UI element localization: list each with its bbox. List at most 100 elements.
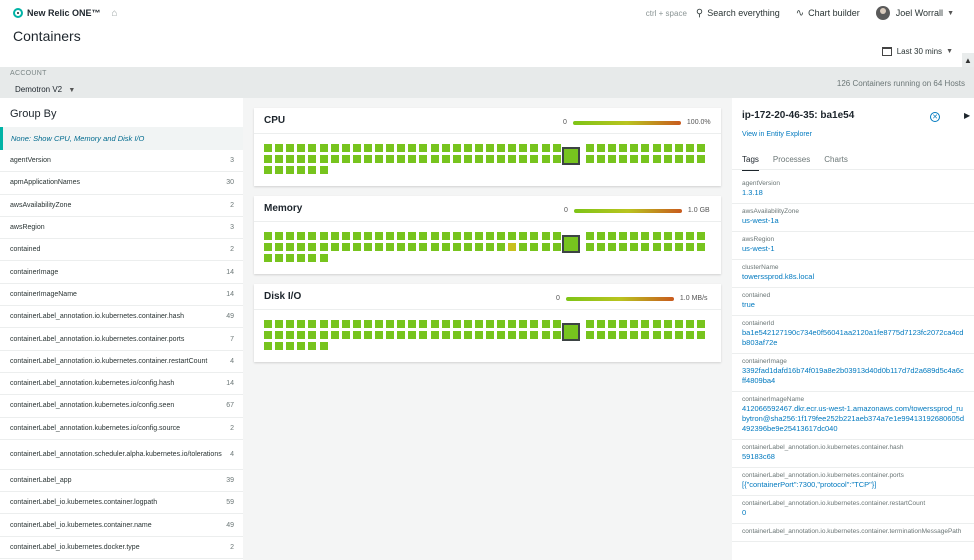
group-by-item[interactable]: awsRegion 3 xyxy=(0,217,243,240)
container-cell[interactable] xyxy=(608,144,617,152)
container-cell[interactable] xyxy=(508,144,517,152)
container-cell[interactable] xyxy=(696,232,705,240)
container-cell[interactable] xyxy=(530,144,539,152)
container-cell[interactable] xyxy=(552,144,561,152)
container-cell[interactable] xyxy=(685,155,694,164)
container-cell[interactable] xyxy=(352,144,361,152)
container-cell[interactable] xyxy=(585,243,594,252)
tag-value[interactable]: towerssprod.k8s.local xyxy=(742,272,964,282)
container-cell[interactable] xyxy=(585,144,594,152)
container-cell[interactable] xyxy=(474,243,483,252)
container-cell[interactable] xyxy=(386,320,395,328)
container-cell[interactable] xyxy=(630,331,639,340)
container-cell[interactable] xyxy=(685,232,694,240)
container-cell[interactable] xyxy=(430,232,439,240)
container-cell[interactable] xyxy=(319,254,328,263)
container-cell[interactable] xyxy=(308,320,317,328)
container-cell[interactable] xyxy=(685,144,694,152)
container-cell[interactable] xyxy=(341,155,350,164)
tag-value[interactable]: 412066592467.dkr.ecr.us-west-1.amazonaws… xyxy=(742,404,964,434)
container-cell[interactable] xyxy=(375,320,383,328)
container-cell[interactable] xyxy=(541,232,550,240)
container-cell[interactable] xyxy=(463,331,472,340)
container-cell[interactable] xyxy=(397,232,406,240)
container-cell[interactable] xyxy=(530,155,539,164)
container-cell[interactable] xyxy=(330,331,339,340)
container-cell[interactable] xyxy=(275,155,284,164)
container-cell[interactable] xyxy=(541,331,550,340)
chart-builder-button[interactable]: ∿ Chart builder xyxy=(796,8,860,19)
container-cell[interactable] xyxy=(386,144,395,152)
container-cell[interactable] xyxy=(297,331,306,340)
container-cell[interactable] xyxy=(419,320,428,328)
tag-value[interactable]: ba1e542127190c734e0f56041aa2120a1fe8775d… xyxy=(742,328,964,348)
container-cell[interactable] xyxy=(641,320,650,328)
container-cell[interactable] xyxy=(652,232,661,240)
container-cell[interactable] xyxy=(386,331,395,340)
container-cell[interactable] xyxy=(519,232,528,240)
container-cell[interactable] xyxy=(264,342,272,351)
container-cell[interactable] xyxy=(685,331,694,340)
container-cell[interactable] xyxy=(474,320,483,328)
container-cell[interactable] xyxy=(597,243,605,252)
container-cell[interactable] xyxy=(308,331,317,340)
container-cell[interactable] xyxy=(441,331,450,340)
container-cell[interactable] xyxy=(330,232,339,240)
container-cell[interactable] xyxy=(297,320,306,328)
container-cell[interactable] xyxy=(641,243,650,252)
container-cell[interactable] xyxy=(486,144,494,152)
container-cell[interactable] xyxy=(441,232,450,240)
tag-value[interactable]: true xyxy=(742,300,964,310)
container-cell[interactable] xyxy=(397,243,406,252)
container-cell[interactable] xyxy=(386,243,395,252)
container-cell[interactable] xyxy=(486,232,494,240)
container-cell[interactable] xyxy=(341,320,350,328)
container-cell[interactable] xyxy=(375,331,383,340)
container-cell[interactable] xyxy=(630,243,639,252)
container-cell[interactable] xyxy=(585,155,594,164)
container-cell[interactable] xyxy=(308,342,317,351)
chevron-right-icon[interactable]: ▶ xyxy=(964,111,970,120)
container-cell[interactable] xyxy=(319,232,328,240)
container-cell[interactable] xyxy=(319,243,328,252)
container-cell[interactable] xyxy=(452,243,461,252)
container-cell[interactable] xyxy=(486,331,494,340)
container-cell[interactable] xyxy=(519,320,528,328)
container-cell[interactable] xyxy=(297,166,306,175)
container-cell[interactable] xyxy=(397,144,406,152)
container-cell[interactable] xyxy=(508,155,517,164)
selected-container-cell[interactable] xyxy=(561,147,580,165)
container-cell[interactable] xyxy=(419,232,428,240)
container-cell[interactable] xyxy=(375,232,383,240)
container-cell[interactable] xyxy=(397,155,406,164)
group-by-item[interactable]: containerLabel_io.kubernetes.container.n… xyxy=(0,514,243,537)
tag-value[interactable]: 1.3.18 xyxy=(742,188,964,198)
container-cell[interactable] xyxy=(597,320,605,328)
container-cell[interactable] xyxy=(674,331,683,340)
container-cell[interactable] xyxy=(341,232,350,240)
container-cell[interactable] xyxy=(319,144,328,152)
container-cell[interactable] xyxy=(286,232,295,240)
container-cell[interactable] xyxy=(641,331,650,340)
container-cell[interactable] xyxy=(363,232,372,240)
container-cell[interactable] xyxy=(497,144,506,152)
container-cell[interactable] xyxy=(452,320,461,328)
container-cell[interactable] xyxy=(430,155,439,164)
container-cell[interactable] xyxy=(330,320,339,328)
group-by-item[interactable]: awsAvailabilityZone 2 xyxy=(0,195,243,217)
container-cell[interactable] xyxy=(430,243,439,252)
container-cell[interactable] xyxy=(530,243,539,252)
container-cell[interactable] xyxy=(641,144,650,152)
container-cell[interactable] xyxy=(275,144,284,152)
container-cell[interactable] xyxy=(297,342,306,351)
container-cell[interactable] xyxy=(696,155,705,164)
container-cell[interactable] xyxy=(308,155,317,164)
container-cell[interactable] xyxy=(286,166,295,175)
container-cell[interactable] xyxy=(330,155,339,164)
container-cell[interactable] xyxy=(663,320,672,328)
container-cell[interactable] xyxy=(519,155,528,164)
container-cell[interactable] xyxy=(264,232,272,240)
container-cell[interactable] xyxy=(275,331,284,340)
container-cell[interactable] xyxy=(508,331,517,340)
container-cell[interactable] xyxy=(641,232,650,240)
